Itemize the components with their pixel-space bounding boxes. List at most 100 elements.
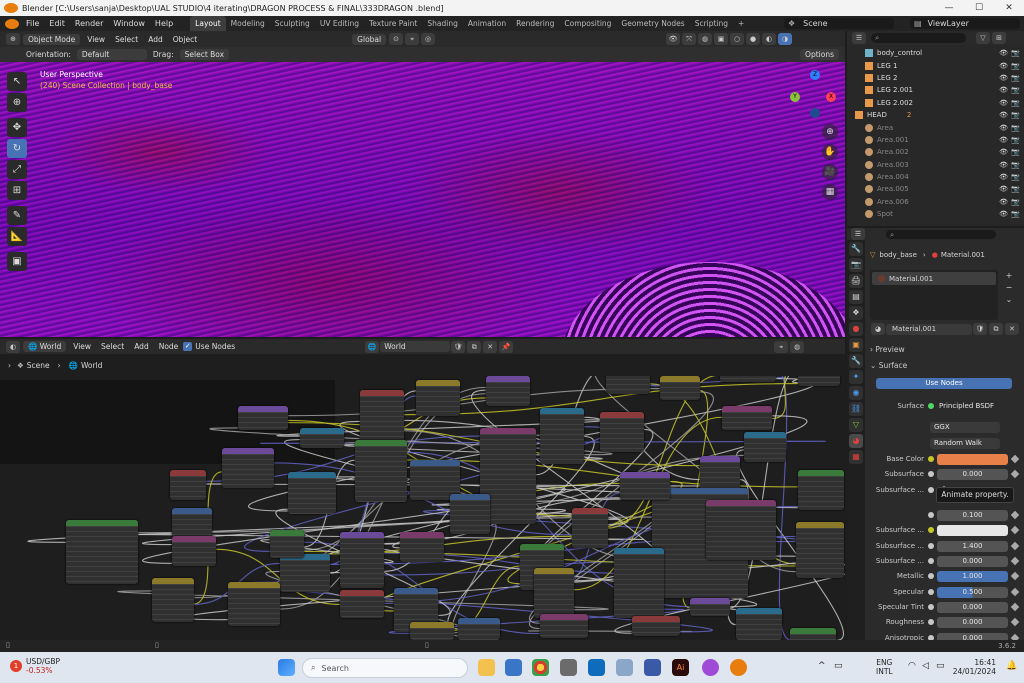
property-field[interactable]: 0.500 [937, 586, 1008, 598]
material-tab-icon[interactable]: ◕ [849, 434, 863, 448]
mode-dropdown[interactable]: Object Mode [23, 33, 81, 45]
constraints-tab-icon[interactable]: ⛓ [849, 402, 863, 416]
windows-start-icon[interactable] [278, 659, 295, 676]
illustrator-icon[interactable]: Ai [672, 659, 689, 676]
shader-node[interactable] [228, 582, 280, 626]
socket-dot-icon[interactable] [928, 604, 934, 610]
material-name-field[interactable]: Material.001 [886, 323, 972, 335]
camera-icon[interactable]: 📷 [1011, 49, 1020, 57]
camera-icon[interactable]: 📷 [1011, 185, 1020, 193]
shader-node[interactable] [722, 406, 772, 430]
outliner-row-head[interactable]: HEAD 2 👁 📷 [855, 109, 1024, 121]
shader-node[interactable] [152, 578, 194, 622]
proportional-edit-icon[interactable]: ◎ [421, 33, 436, 45]
rotate-tool-icon[interactable]: ↻ [7, 139, 27, 158]
shader-node[interactable] [614, 548, 664, 618]
surface-panel-header[interactable]: ⌄ Surface [870, 359, 1020, 373]
outliner-search-input[interactable]: ⌕ [871, 33, 966, 43]
shader-node[interactable] [400, 532, 444, 562]
eye-icon[interactable]: 👁 [999, 124, 1008, 132]
outliner-row-body-control[interactable]: body_control 👁 📷 [865, 47, 1024, 59]
tab-uv-editing[interactable]: UV Editing [315, 16, 364, 31]
socket-dot-icon[interactable] [928, 558, 934, 564]
shader-node[interactable] [706, 500, 776, 560]
unlink-material-icon[interactable]: ✕ [1005, 323, 1019, 335]
language-indicator[interactable]: ENG INTL [876, 658, 893, 676]
camera-icon[interactable]: 📷 [1011, 111, 1020, 119]
modifier-tab-icon[interactable]: 🔧 [849, 354, 863, 368]
stock-widget[interactable]: 1 USD/GBP -0.53% [10, 657, 60, 675]
shader-node[interactable] [300, 428, 344, 448]
shader-node[interactable] [355, 440, 407, 502]
outliner-row-leg-2[interactable]: LEG 2 👁 📷 [865, 72, 1024, 84]
world-name-field[interactable]: World [380, 341, 451, 352]
shader-node[interactable] [340, 532, 384, 588]
viewport-menu-object[interactable]: Object [168, 35, 202, 44]
add-workspace-icon[interactable]: + [733, 16, 749, 31]
volume-icon[interactable]: ◁ [922, 661, 929, 671]
pan-hand-icon[interactable]: ✋ [822, 144, 838, 160]
shader-node[interactable] [340, 590, 384, 618]
tab-texture-paint[interactable]: Texture Paint [364, 16, 422, 31]
options-dropdown[interactable]: Options [800, 49, 839, 60]
shader-node[interactable] [572, 508, 608, 548]
socket-dot-icon[interactable] [928, 456, 934, 462]
snap-icon[interactable]: ⌖ [405, 33, 420, 45]
shader-node[interactable] [458, 618, 500, 640]
outliner-row-leg-2-001[interactable]: LEG 2.001 👁 📷 [865, 84, 1024, 96]
eye-icon[interactable]: 👁 [999, 99, 1008, 107]
eye-icon[interactable]: 👁 [999, 111, 1008, 119]
eye-icon[interactable]: 👁 [999, 173, 1008, 181]
property-field[interactable]: 1.400 [937, 540, 1008, 552]
clock[interactable]: 16:41 24/01/2024 [950, 658, 996, 676]
camera-icon[interactable]: 📷 [1011, 124, 1020, 132]
tab-geometry-nodes[interactable]: Geometry Nodes [616, 16, 689, 31]
surface-shader-field[interactable]: Principled BSDF [937, 400, 1018, 412]
mail-icon[interactable] [644, 659, 661, 676]
outliner-row-area-003[interactable]: Area.003 👁 📷 [865, 159, 1024, 171]
chrome-icon[interactable] [532, 659, 549, 676]
visibility-icon[interactable]: 👁 [666, 33, 681, 45]
shader-node[interactable] [720, 376, 776, 382]
keyframe-icon[interactable] [1010, 510, 1020, 520]
pivot-icon[interactable]: ⊙ [389, 33, 404, 45]
pin-icon[interactable]: 📌 [499, 340, 514, 353]
maximize-icon[interactable]: ☐ [964, 0, 994, 16]
tab-rendering[interactable]: Rendering [511, 16, 559, 31]
measure-tool-icon[interactable]: 📐 [7, 227, 27, 246]
add-cube-tool-icon[interactable]: ▣ [7, 252, 27, 271]
shader-node[interactable] [798, 470, 844, 510]
shader-node[interactable] [450, 494, 490, 534]
menu-render[interactable]: Render [70, 19, 108, 28]
annotate-tool-icon[interactable]: ✎ [7, 206, 27, 225]
preview-panel-header[interactable]: › Preview [870, 343, 1020, 357]
world-browse-icon[interactable]: 🌐 [365, 340, 380, 353]
viewport-menu-select[interactable]: Select [110, 35, 143, 44]
eye-icon[interactable]: 👁 [999, 74, 1008, 82]
shader-node[interactable] [486, 376, 530, 406]
zoom-icon[interactable]: ⊕ [822, 124, 838, 140]
camera-icon[interactable]: 📷 [1011, 148, 1020, 156]
menu-file[interactable]: File [21, 19, 44, 28]
socket-dot-icon[interactable] [928, 573, 934, 579]
property-field[interactable]: 0.000 [937, 555, 1008, 567]
eye-icon[interactable]: 👁 [999, 136, 1008, 144]
object-tab-icon[interactable]: ▣ [849, 338, 863, 352]
use-nodes-button[interactable]: Use Nodes [876, 378, 1012, 389]
gizmo-toggle-icon[interactable]: ⤧ [682, 33, 697, 45]
texture-tab-icon[interactable]: ▦ [849, 450, 863, 464]
properties-search-input[interactable]: ⌕ [886, 229, 996, 239]
viewport-menu-add[interactable]: Add [143, 35, 168, 44]
scene-tab-icon[interactable]: ❖ [849, 306, 863, 320]
camera-view-icon[interactable]: 🎥 [822, 164, 838, 180]
eye-icon[interactable]: 👁 [999, 198, 1008, 206]
ortho-grid-icon[interactable]: ▦ [822, 184, 838, 200]
close-icon[interactable]: ✕ [994, 0, 1024, 16]
menu-edit[interactable]: Edit [44, 19, 70, 28]
duplicate-material-icon[interactable]: ⧉ [989, 323, 1003, 335]
material-slot-item[interactable]: Material.001 [872, 272, 996, 285]
property-field[interactable]: 0.000 [937, 601, 1008, 613]
battery-icon[interactable]: ▭ [936, 661, 945, 671]
gizmo-neg-z-axis[interactable] [810, 108, 820, 118]
outlook-icon[interactable] [588, 659, 605, 676]
